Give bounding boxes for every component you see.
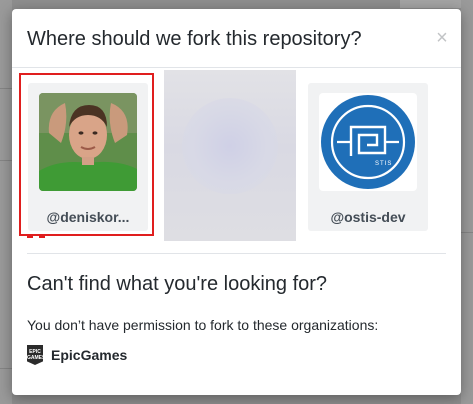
avatar	[39, 93, 137, 191]
background-divider	[461, 232, 473, 233]
owner-name: @deniskor...	[46, 209, 130, 225]
background-divider	[0, 88, 12, 89]
dialog-title: Where should we fork this repository?	[27, 28, 362, 50]
fork-owner-blurred	[164, 70, 296, 241]
selection-highlight-mark	[27, 232, 45, 238]
fork-dialog: Where should we fork this repository? × …	[12, 9, 461, 395]
close-icon: ×	[436, 27, 448, 49]
epic-games-logo-icon: EPIC GAMES	[27, 345, 43, 365]
dialog-header: Where should we fork this repository? ×	[12, 9, 461, 68]
background-divider	[0, 368, 12, 369]
section-heading: Can't find what you're looking for?	[27, 273, 328, 295]
close-button[interactable]: ×	[433, 27, 451, 49]
organization-item: EPIC GAMES EpicGames	[27, 345, 127, 365]
section-divider	[27, 253, 446, 254]
fork-owner-organization[interactable]: STIS @ostis-dev	[308, 83, 428, 231]
blurred-avatar	[182, 98, 278, 194]
background-left-fragment	[0, 0, 12, 404]
background-right-fragment	[461, 0, 473, 404]
owner-name: @ostis-dev	[330, 209, 406, 225]
organization-name: EpicGames	[51, 347, 128, 363]
fork-owner-user[interactable]: @deniskor...	[28, 83, 148, 231]
ostis-logo-icon: STIS	[319, 93, 417, 191]
background-divider	[0, 160, 12, 161]
svg-text:STIS: STIS	[375, 161, 392, 167]
permission-note: You don’t have permission to fork to the…	[27, 317, 379, 333]
avatar: STIS	[319, 93, 417, 191]
user-avatar-photo	[39, 93, 137, 191]
